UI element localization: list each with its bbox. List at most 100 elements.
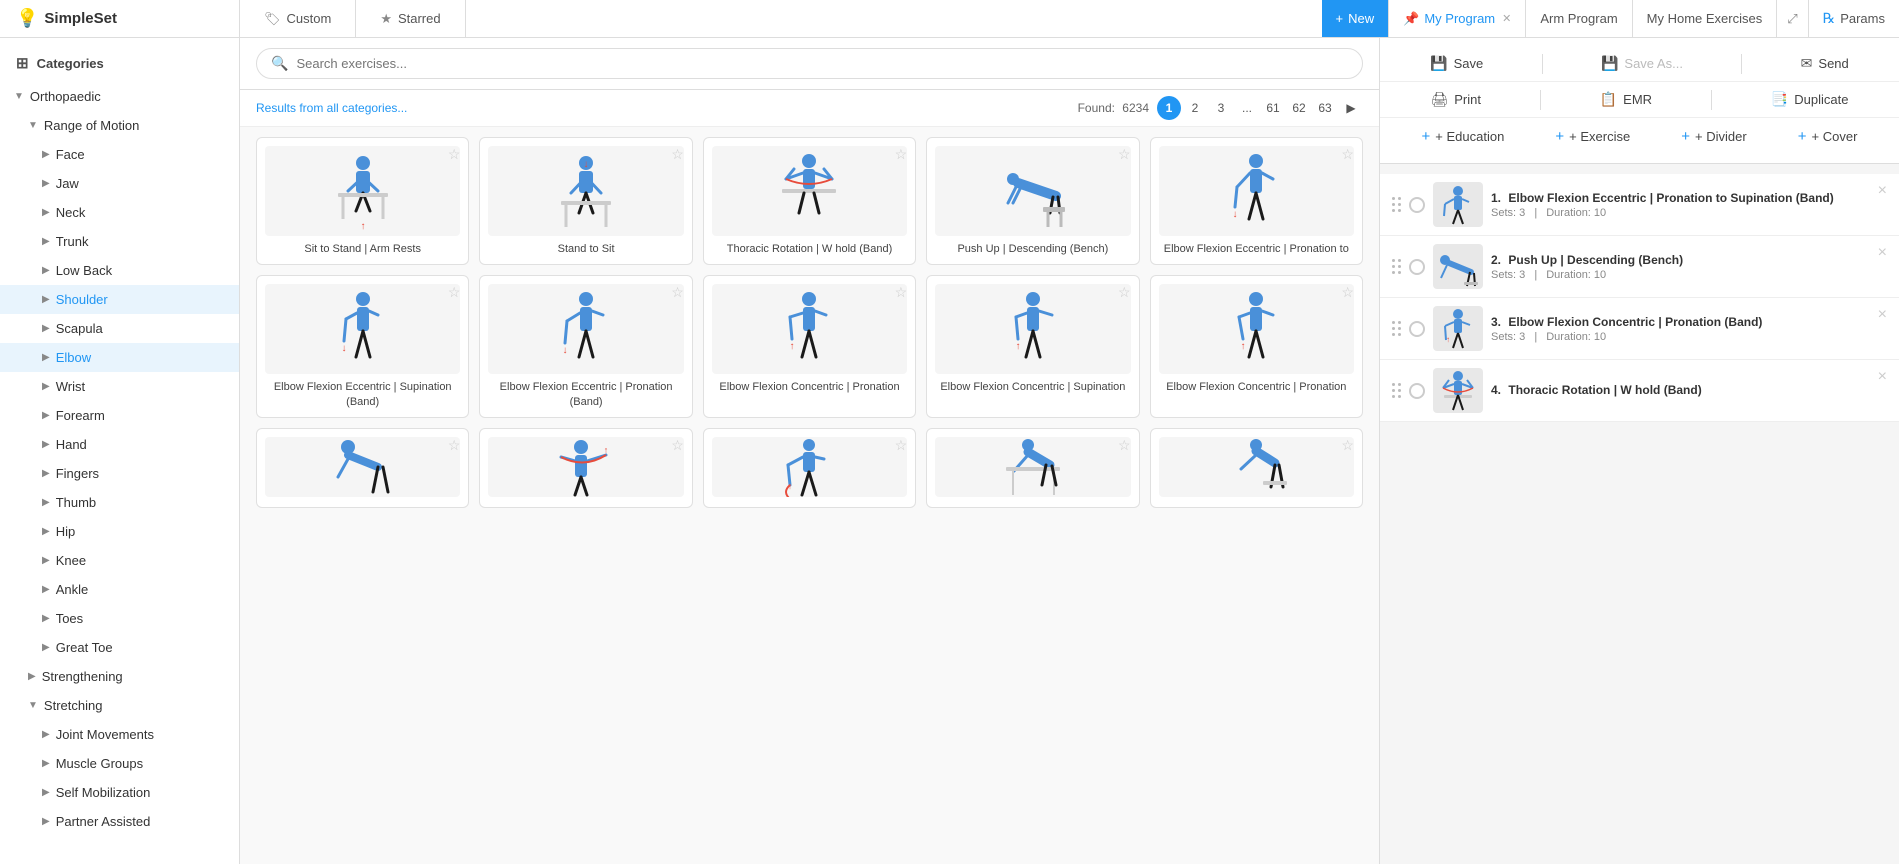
sidebar-item-toes[interactable]: ▶ Toes (0, 604, 239, 633)
star-e11[interactable]: ☆ (448, 437, 461, 454)
arm-program-tab[interactable]: Arm Program (1525, 0, 1631, 37)
exercise-card-e5[interactable]: ☆ ↓ Elbo (1150, 137, 1363, 265)
new-button[interactable]: + New (1322, 0, 1389, 37)
star-e1[interactable]: ☆ (448, 146, 461, 163)
sidebar-item-lowback[interactable]: ▶ Low Back (0, 256, 239, 285)
sidebar-item-partnerasst[interactable]: ▶ Partner Assisted (0, 807, 239, 836)
page-1[interactable]: 1 (1157, 96, 1181, 120)
star-e14[interactable]: ☆ (1118, 437, 1131, 454)
sidebar-item-musclegroups[interactable]: ▶ Muscle Groups (0, 749, 239, 778)
sidebar-item-stretching[interactable]: ▼ Stretching (0, 691, 239, 720)
sidebar-item-trunk[interactable]: ▶ Trunk (0, 227, 239, 256)
sidebar-item-ankle[interactable]: ▶ Ankle (0, 575, 239, 604)
star-e6[interactable]: ☆ (448, 284, 461, 301)
tab-starred[interactable]: ★ Starred (356, 0, 465, 37)
program-item-1[interactable]: 1. Elbow Flexion Eccentric | Pronation t… (1380, 174, 1899, 236)
prog-radio-2[interactable] (1409, 259, 1425, 275)
save-as-button[interactable]: 💾 Save As... (1591, 50, 1693, 77)
exercise-card-e7[interactable]: ☆ ↓ Elbow Flexion Eccen (479, 275, 692, 418)
exercise-card-e13[interactable]: ☆ ↑ (703, 428, 916, 508)
prog-radio-1[interactable] (1409, 197, 1425, 213)
sidebar-item-jaw[interactable]: ▶ Jaw (0, 169, 239, 198)
exercise-card-e10[interactable]: ☆ ↑ Elbow Flexion Conce (1150, 275, 1363, 418)
sidebar-item-orthopaedic[interactable]: ▼ Orthopaedic (0, 82, 239, 111)
send-button[interactable]: ✉ Send (1791, 50, 1859, 77)
prog-radio-4[interactable] (1409, 383, 1425, 399)
prog-close-1[interactable]: × (1878, 182, 1887, 200)
expand-button[interactable]: ⤢ (1776, 0, 1807, 37)
sidebar-item-wrist[interactable]: ▶ Wrist (0, 372, 239, 401)
drag-handle-1[interactable] (1392, 197, 1401, 212)
sidebar-item-rom[interactable]: ▼ Range of Motion (0, 111, 239, 140)
sidebar-item-fingers[interactable]: ▶ Fingers (0, 459, 239, 488)
sidebar-item-elbow[interactable]: ▶ Elbow (0, 343, 239, 372)
sidebar-item-shoulder[interactable]: ▶ Shoulder (0, 285, 239, 314)
star-e2[interactable]: ☆ (671, 146, 684, 163)
page-63[interactable]: 63 (1313, 96, 1337, 120)
sidebar-item-jointmov[interactable]: ▶ Joint Movements (0, 720, 239, 749)
exercise-card-e4[interactable]: ☆ (926, 137, 1139, 265)
prog-radio-3[interactable] (1409, 321, 1425, 337)
star-e13[interactable]: ☆ (895, 437, 908, 454)
prog-close-4[interactable]: × (1878, 368, 1887, 386)
exercise-card-e14[interactable]: ☆ (926, 428, 1139, 508)
sidebar-item-scapula[interactable]: ▶ Scapula (0, 314, 239, 343)
sidebar-item-face[interactable]: ▶ Face (0, 140, 239, 169)
program-item-2[interactable]: 2. Push Up | Descending (Bench) Sets: 3 … (1380, 236, 1899, 298)
exercise-card-e6[interactable]: ☆ ↓ Elbow Flexion Eccen (256, 275, 469, 418)
star-e7[interactable]: ☆ (671, 284, 684, 301)
star-e4[interactable]: ☆ (1118, 146, 1131, 163)
exercise-card-e15[interactable]: ☆ (1150, 428, 1363, 508)
sidebar-item-hip[interactable]: ▶ Hip (0, 517, 239, 546)
drag-handle-4[interactable] (1392, 383, 1401, 398)
add-divider-button[interactable]: + + Divider (1671, 124, 1756, 149)
star-e10[interactable]: ☆ (1341, 284, 1354, 301)
search-input[interactable] (296, 56, 1348, 71)
exercise-card-e8[interactable]: ☆ ↑ Elbow Flexion Conce (703, 275, 916, 418)
print-button[interactable]: 🖨 Print (1420, 86, 1491, 113)
star-e12[interactable]: ☆ (671, 437, 684, 454)
prog-close-2[interactable]: × (1878, 244, 1887, 262)
add-education-button[interactable]: + + Education (1412, 124, 1515, 149)
drag-handle-3[interactable] (1392, 321, 1401, 336)
emr-button[interactable]: 📋 EMR (1590, 86, 1662, 113)
sidebar-item-forearm[interactable]: ▶ Forearm (0, 401, 239, 430)
page-61[interactable]: 61 (1261, 96, 1285, 120)
exercise-card-e3[interactable]: ☆ (703, 137, 916, 265)
sidebar-item-strengthening[interactable]: ▶ Strengthening (0, 662, 239, 691)
exercise-card-e12[interactable]: ☆ ↑ (479, 428, 692, 508)
star-e8[interactable]: ☆ (895, 284, 908, 301)
sidebar-item-hand[interactable]: ▶ Hand (0, 430, 239, 459)
home-exercises-tab[interactable]: My Home Exercises (1632, 0, 1777, 37)
params-button[interactable]: ℞ Params (1808, 0, 1899, 37)
star-e3[interactable]: ☆ (895, 146, 908, 163)
sidebar-item-thumb[interactable]: ▶ Thumb (0, 488, 239, 517)
exercise-card-e2[interactable]: ☆ ↓ (479, 137, 692, 265)
sidebar-item-knee[interactable]: ▶ Knee (0, 546, 239, 575)
star-e15[interactable]: ☆ (1341, 437, 1354, 454)
duplicate-button[interactable]: 📑 Duplicate (1761, 86, 1859, 113)
save-button[interactable]: 💾 Save (1420, 50, 1493, 77)
my-program-tab[interactable]: 📌 My Program ✕ (1388, 0, 1525, 37)
add-cover-button[interactable]: + + Cover (1788, 124, 1868, 149)
search-input-wrap[interactable]: 🔍 (256, 48, 1363, 79)
drag-handle-2[interactable] (1392, 259, 1401, 274)
tab-custom[interactable]: 🏷 Custom (240, 0, 356, 37)
page-62[interactable]: 62 (1287, 96, 1311, 120)
sidebar-item-greattoe[interactable]: ▶ Great Toe (0, 633, 239, 662)
page-next[interactable]: ▶ (1339, 96, 1363, 120)
star-e9[interactable]: ☆ (1118, 284, 1131, 301)
prog-close-3[interactable]: × (1878, 306, 1887, 324)
my-program-close[interactable]: ✕ (1502, 12, 1511, 25)
exercise-card-e1[interactable]: ☆ (256, 137, 469, 265)
program-item-4[interactable]: 4. Thoracic Rotation | W hold (Band) × (1380, 360, 1899, 422)
program-item-3[interactable]: ↑ 3. Elbow Flexion Concentric | Pronatio… (1380, 298, 1899, 360)
star-e5[interactable]: ☆ (1341, 146, 1354, 163)
page-3[interactable]: 3 (1209, 96, 1233, 120)
exercise-card-e9[interactable]: ☆ ↑ Elbow Flexion Conce (926, 275, 1139, 418)
sidebar-item-neck[interactable]: ▶ Neck (0, 198, 239, 227)
exercise-card-e11[interactable]: ☆ (256, 428, 469, 508)
sidebar-item-selfmob[interactable]: ▶ Self Mobilization (0, 778, 239, 807)
page-2[interactable]: 2 (1183, 96, 1207, 120)
results-link[interactable]: Results from all categories... (256, 101, 407, 115)
